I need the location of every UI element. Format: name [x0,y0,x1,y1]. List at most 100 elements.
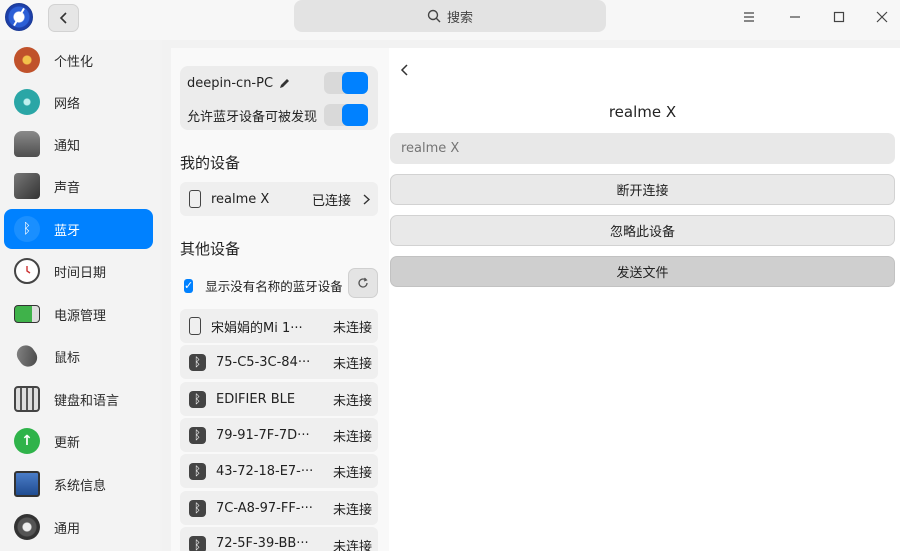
other-device-item[interactable]: ᛒ EDIFIER BLE 未连接 [180,382,378,416]
search-label: 搜索 [446,10,473,26]
device-status: 未连接 [332,393,372,409]
device-name: 75-C5-3C-84··· [216,354,311,370]
send-file-button[interactable]: 发送文件 [390,256,895,287]
chevron-left-icon [59,12,67,24]
clock-icon [14,258,40,284]
device-status: 未连接 [332,429,372,445]
device-status: 未连接 [332,465,372,481]
other-device-item[interactable]: ᛒ 75-C5-3C-84··· 未连接 [180,345,378,379]
sidebar-item-label: 通用 [54,521,81,537]
sidebar-item-bluetooth[interactable]: ᛒ 蓝牙 [4,209,153,249]
maximize-button[interactable] [828,6,850,28]
search-box[interactable]: 搜索 [294,0,606,32]
other-device-item[interactable]: ᛒ 7C-A8-97-FF-··· 未连接 [180,491,378,525]
device-rename-input[interactable] [390,133,895,164]
sidebar-item-label: 网络 [54,96,81,112]
discoverable-label: 允许蓝牙设备可被发现 [187,109,318,125]
bluetooth-device-icon: ᛒ [189,536,206,551]
sidebar-item-notification[interactable]: 通知 [4,124,153,164]
keyboard-icon [14,386,40,412]
sidebar-item-update[interactable]: ↑ 更新 [4,421,153,461]
show-unnamed-checkbox[interactable]: ✓ [184,278,194,293]
adapter-name-row: deepin-cn-PC [180,68,378,98]
maximize-icon [833,11,845,23]
bluetooth-device-icon: ᛒ [189,499,206,517]
device-detail-panel: realme X 断开连接 忽略此设备 发送文件 [389,48,900,551]
bluetooth-power-toggle[interactable] [324,72,368,94]
mouse-icon [13,341,41,371]
device-name: EDIFIER BLE [216,391,296,407]
sidebar-item-keyboard[interactable]: 键盘和语言 [4,379,153,419]
toggle-knob [342,104,368,126]
ignore-device-button[interactable]: 忽略此设备 [390,215,895,246]
device-status: 未连接 [332,502,372,518]
toggle-knob [342,72,368,94]
title-bar: 搜索 [0,0,900,40]
bell-icon [14,131,40,157]
sidebar-item-sound[interactable]: 声音 [4,166,153,206]
sidebar-item-label: 系统信息 [54,478,107,494]
sidebar-item-datetime[interactable]: 时间日期 [4,251,153,291]
device-name: 79-91-7F-7D··· [216,427,310,443]
sidebar-item-label: 更新 [54,435,81,451]
chevron-right-icon [363,193,370,205]
other-device-item[interactable]: 宋娟娟的Mi 1··· 未连接 [180,309,378,343]
discoverable-toggle[interactable] [324,104,368,126]
sidebar-item-label: 个性化 [54,54,94,70]
detail-back-icon[interactable] [397,62,413,78]
bluetooth-device-icon: ᛒ [189,390,206,408]
my-device-item[interactable]: realme X 已连接 [180,182,378,216]
phone-icon [189,190,201,208]
sidebar-item-label: 蓝牙 [54,223,81,239]
device-status: 未连接 [332,356,372,372]
sidebar-item-power[interactable]: 电源管理 [4,294,153,334]
sidebar-item-general[interactable]: 通用 [4,507,153,547]
bluetooth-panel: deepin-cn-PC 允许蓝牙设备可被发现 我的设备 realme X 已连… [171,48,389,551]
sidebar-item-label: 电源管理 [54,308,107,324]
device-status: 未连接 [332,320,372,336]
other-device-item[interactable]: ᛒ 43-72-18-E7-··· 未连接 [180,454,378,488]
device-status: 未连接 [332,540,372,551]
menu-button[interactable] [738,6,760,28]
sidebar-item-system-info[interactable]: 系统信息 [4,464,153,504]
device-name: 43-72-18-E7-··· [216,463,314,479]
other-devices-title: 其他设备 [180,240,241,258]
app-logo-icon[interactable] [5,3,33,31]
my-devices-title: 我的设备 [180,154,241,172]
speaker-icon [14,173,40,199]
refresh-button[interactable] [348,268,378,298]
sidebar-item-label: 键盘和语言 [54,393,120,409]
close-button[interactable] [871,6,893,28]
device-name: 72-5F-39-BB··· [216,536,309,551]
other-device-item[interactable]: ᛒ 72-5F-39-BB··· 未连接 [180,527,378,551]
sidebar-item-label: 时间日期 [54,265,107,281]
pencil-icon[interactable] [279,78,290,89]
personalization-icon [14,47,40,73]
device-name: 7C-A8-97-FF-··· [216,500,313,516]
network-icon [14,89,40,115]
show-unnamed-label: 显示没有名称的蓝牙设备 [205,279,342,294]
bluetooth-icon: ᛒ [14,216,40,242]
back-button[interactable] [48,4,79,32]
search-icon [427,9,441,23]
device-detail-title: realme X [608,103,677,121]
device-status: 已连接 [311,193,351,209]
show-unnamed-row[interactable]: ✓ 显示没有名称的蓝牙设备 [184,276,342,295]
disconnect-button[interactable]: 断开连接 [390,174,895,205]
update-icon: ↑ [14,428,40,454]
minimize-button[interactable] [784,6,806,28]
adapter-card: deepin-cn-PC 允许蓝牙设备可被发现 [180,66,378,130]
general-icon [14,514,40,540]
sidebar-item-network[interactable]: 网络 [4,82,153,122]
sidebar: 个性化 网络 通知 声音 ᛒ 蓝牙 时间日期 电源管理 鼠标 键盘和语言 ↑ 更… [0,40,162,551]
system-info-icon [14,471,40,497]
other-device-item[interactable]: ᛒ 79-91-7F-7D··· 未连接 [180,418,378,452]
sidebar-item-mouse[interactable]: 鼠标 [4,336,153,376]
bluetooth-device-icon: ᛒ [189,462,206,480]
sidebar-item-personalization[interactable]: 个性化 [4,40,153,80]
refresh-icon [358,277,368,288]
close-icon [876,11,888,23]
discoverable-row: 允许蓝牙设备可被发现 [180,100,378,130]
sidebar-item-label: 鼠标 [54,350,81,366]
device-name: 宋娟娟的Mi 1··· [211,320,303,336]
